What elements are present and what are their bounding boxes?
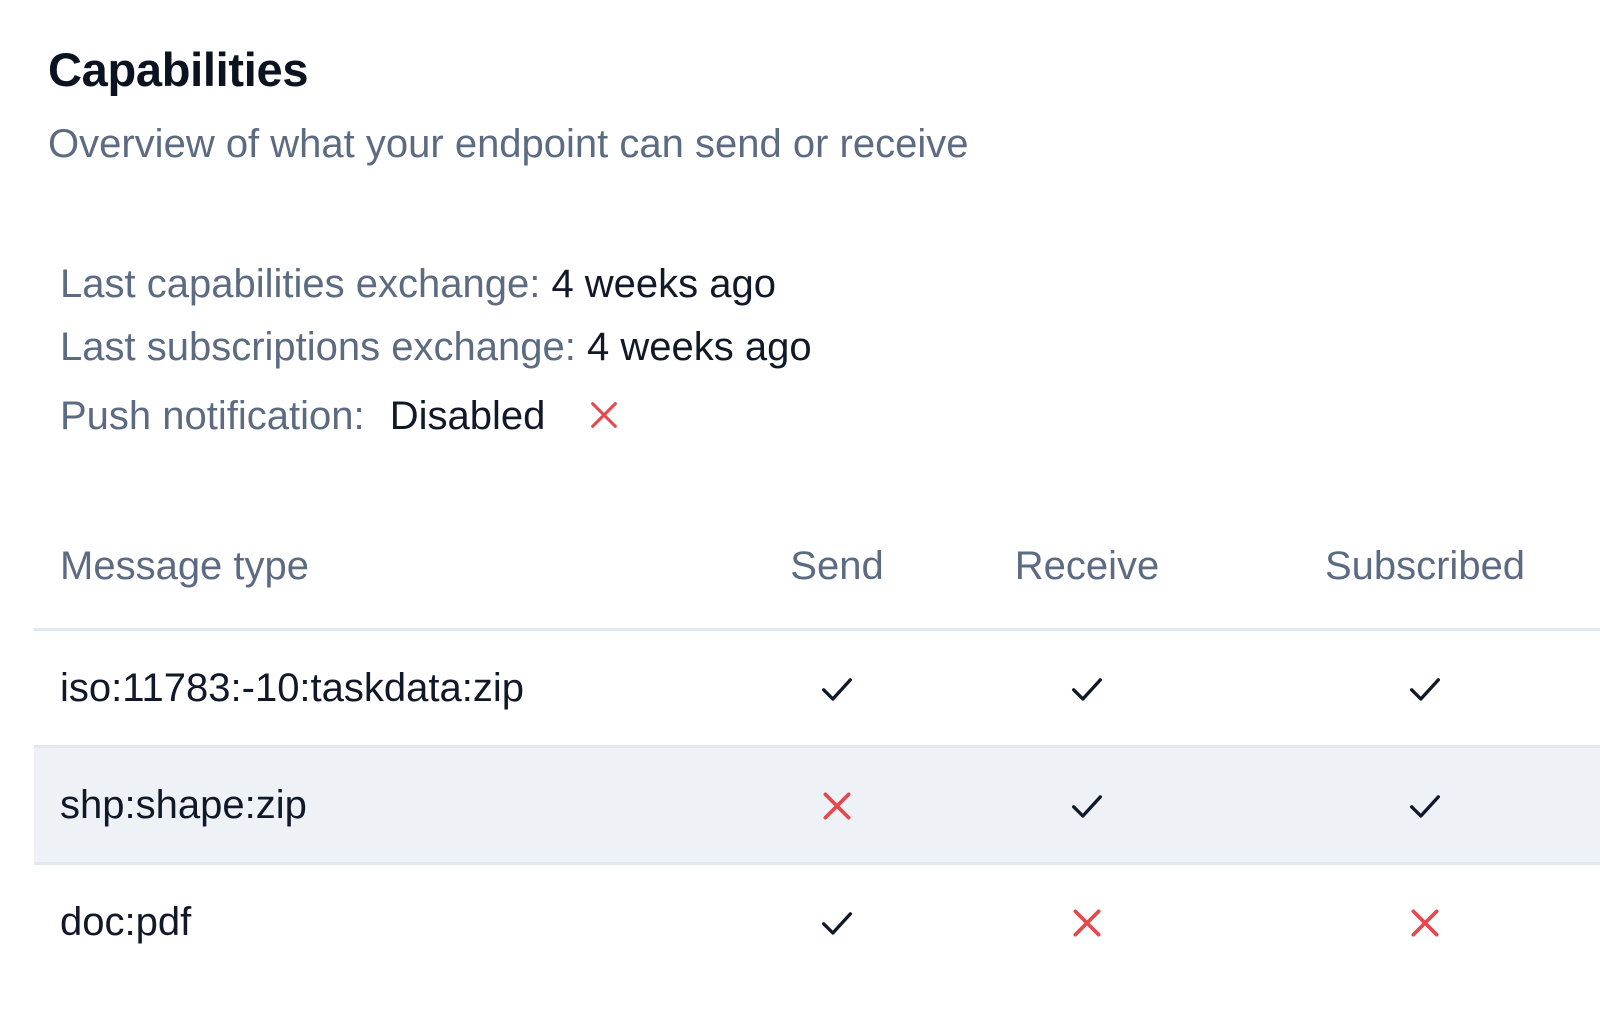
message-type-cell: iso:11783:-10:taskdata:zip xyxy=(60,666,525,710)
receive-check-icon xyxy=(1067,786,1107,826)
subscribed-check-icon xyxy=(1405,669,1445,709)
subscribed-check-icon xyxy=(1405,786,1445,826)
push-notification-value: Disabled xyxy=(389,394,546,438)
subscribed-x-icon xyxy=(1405,903,1445,943)
column-header-subscribed: Subscribed xyxy=(1324,544,1526,588)
last-capabilities-exchange: Last capabilities exchange: 4 weeks ago xyxy=(60,258,776,310)
push-notification-label: Push notification: xyxy=(60,394,365,438)
send-check-icon xyxy=(817,903,857,943)
last-subscriptions-label: Last subscriptions exchange: xyxy=(60,325,576,369)
column-header-message-type: Message type xyxy=(60,544,310,588)
push-notification-status: Push notification: Disabled xyxy=(60,390,621,442)
table-row: shp:shape:zip xyxy=(34,748,1600,865)
send-check-icon xyxy=(817,669,857,709)
send-x-icon xyxy=(817,786,857,826)
capabilities-table: Message type Send Receive Subscribed iso… xyxy=(34,514,1600,979)
column-header-send: Send xyxy=(790,544,884,588)
last-subscriptions-value: 4 weeks ago xyxy=(586,325,812,369)
receive-x-icon xyxy=(1067,903,1107,943)
message-type-cell: shp:shape:zip xyxy=(60,783,307,827)
table-row: doc:pdf xyxy=(34,865,1600,979)
section-title: Capabilities xyxy=(48,43,309,96)
last-capabilities-value: 4 weeks ago xyxy=(551,262,777,306)
table-header: Message type Send Receive Subscribed xyxy=(34,514,1600,631)
last-capabilities-label: Last capabilities exchange: xyxy=(60,262,541,306)
receive-check-icon xyxy=(1067,669,1107,709)
last-subscriptions-exchange: Last subscriptions exchange: 4 weeks ago xyxy=(60,321,812,373)
x-icon xyxy=(587,402,621,432)
section-subtitle: Overview of what your endpoint can send … xyxy=(48,122,969,166)
column-header-receive: Receive xyxy=(1014,544,1160,588)
table-row: iso:11783:-10:taskdata:zip xyxy=(34,631,1600,748)
message-type-cell: doc:pdf xyxy=(60,900,192,944)
